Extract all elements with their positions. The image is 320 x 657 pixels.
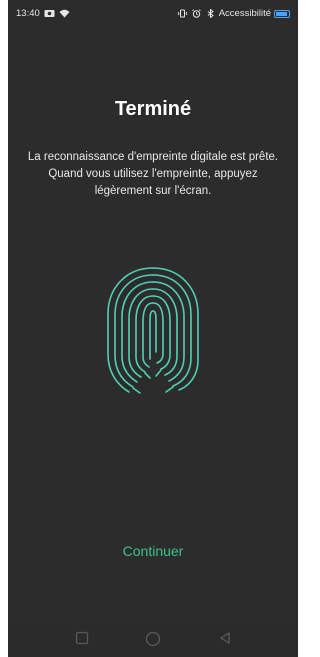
status-right: Accessibilité <box>177 8 290 19</box>
accessibility-label: Accessibilité <box>218 8 271 19</box>
back-button[interactable] <box>205 621 245 657</box>
photo-icon <box>44 9 55 18</box>
alarm-icon <box>191 9 202 18</box>
page-description: La reconnaissance d'empreinte digitale e… <box>27 151 279 197</box>
bluetooth-icon <box>205 8 216 19</box>
recents-icon <box>62 631 102 645</box>
back-icon <box>205 631 245 645</box>
recents-button[interactable] <box>62 621 102 657</box>
status-time: 13:40 <box>16 8 40 19</box>
vibrate-icon <box>177 9 188 18</box>
continue-button[interactable]: Continuer <box>108 539 198 563</box>
navigation-bar <box>8 621 298 657</box>
fingerprint-icon <box>103 262 203 397</box>
status-left: 13:40 <box>16 8 70 19</box>
battery-icon <box>274 9 290 18</box>
home-button[interactable] <box>133 621 173 657</box>
wifi-icon <box>59 9 70 18</box>
phone-screen: 13:40 Accessibilité Terminé La reconnais… <box>8 0 298 657</box>
home-icon <box>133 631 173 647</box>
page-title: Terminé <box>114 98 192 120</box>
status-bar: 13:40 Accessibilité <box>8 0 298 26</box>
